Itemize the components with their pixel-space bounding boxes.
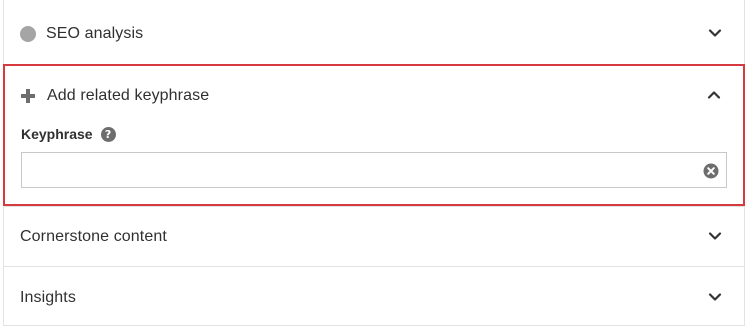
related-keyphrase-header[interactable]: Add related keyphrase — [21, 86, 743, 106]
insights-header[interactable]: Insights — [20, 288, 744, 308]
help-icon[interactable]: ? — [100, 126, 116, 142]
plus-icon — [21, 89, 35, 103]
insights-section[interactable]: Insights — [4, 266, 744, 326]
chevron-down-icon[interactable] — [708, 290, 722, 304]
keyphrase-input-wrapper — [21, 152, 727, 188]
keyphrase-input[interactable] — [22, 153, 726, 187]
chevron-down-icon[interactable] — [708, 229, 722, 243]
seo-status-dot-icon — [20, 26, 36, 42]
cornerstone-content-header[interactable]: Cornerstone content — [20, 227, 744, 247]
seo-analysis-label: SEO analysis — [46, 25, 144, 42]
seo-sidebar-panel: SEO analysis Add related keyphrase Keyph… — [3, 0, 745, 326]
clear-icon[interactable] — [703, 163, 719, 179]
seo-analysis-header[interactable]: SEO analysis — [20, 24, 744, 44]
related-keyphrase-label: Add related keyphrase — [47, 87, 210, 104]
insights-label: Insights — [20, 289, 76, 306]
related-keyphrase-section: Add related keyphrase Keyphrase ? — [3, 64, 745, 206]
chevron-down-icon[interactable] — [708, 26, 722, 40]
keyphrase-field-label-row: Keyphrase ? — [21, 126, 116, 142]
cornerstone-content-label: Cornerstone content — [20, 228, 167, 245]
seo-analysis-section[interactable]: SEO analysis — [4, 0, 744, 66]
chevron-up-icon[interactable] — [707, 88, 721, 102]
keyphrase-label: Keyphrase — [21, 126, 93, 142]
cornerstone-content-section[interactable]: Cornerstone content — [4, 206, 744, 266]
